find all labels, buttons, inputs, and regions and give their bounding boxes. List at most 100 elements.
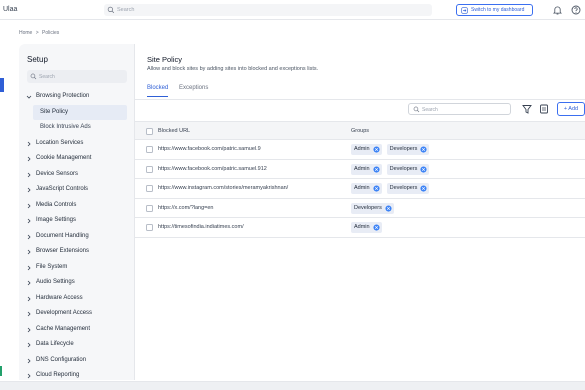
sidebar-item-label: DNS Configuration bbox=[36, 356, 87, 363]
sidebar-item-hardware-access[interactable]: Hardware Access bbox=[19, 291, 135, 307]
sidebar-item-label: Media Controls bbox=[36, 201, 77, 208]
row-checkbox[interactable] bbox=[146, 185, 153, 192]
info-icon[interactable] bbox=[420, 165, 427, 173]
info-icon[interactable] bbox=[420, 146, 427, 153]
sidebar-item-label: Site Policy bbox=[40, 108, 69, 115]
column-header-groups[interactable]: Groups bbox=[351, 128, 369, 134]
sidebar-item-cookie-management[interactable]: Cookie Management bbox=[19, 151, 135, 167]
table-row[interactable]: https://www.instagram.com/stories/meramy… bbox=[135, 179, 585, 199]
sidebar-item-cache-management[interactable]: Cache Management bbox=[19, 322, 135, 338]
table-row[interactable]: https://x.com/?lang=en Developers bbox=[135, 199, 585, 218]
info-icon[interactable] bbox=[420, 185, 427, 192]
brand-logo[interactable]: Ulaa bbox=[3, 6, 17, 13]
sidebar-search-input[interactable]: Search bbox=[27, 70, 127, 83]
sidebar-item-location-services[interactable]: Location Services bbox=[19, 136, 135, 152]
group-chip: Developers bbox=[351, 202, 394, 214]
sidebar-item-browsing-protection[interactable]: Browsing Protection bbox=[19, 89, 135, 105]
breadcrumb-current: Policies bbox=[42, 30, 60, 36]
tab-divider bbox=[135, 99, 585, 100]
group-chip: Admin bbox=[351, 183, 382, 194]
sidebar-item-development-access[interactable]: Development Access bbox=[19, 306, 135, 322]
table-row[interactable]: https://www.facebook.com/patric.samuel.9… bbox=[135, 140, 585, 160]
chevron-right-icon bbox=[27, 234, 31, 239]
row-checkbox[interactable] bbox=[146, 165, 153, 173]
group-chip: Admin bbox=[351, 222, 382, 233]
help-icon[interactable] bbox=[571, 5, 581, 15]
group-chips: Admin bbox=[351, 222, 382, 233]
row-checkbox[interactable] bbox=[146, 146, 153, 153]
search-icon bbox=[30, 73, 37, 80]
sidebar-item-javascript-controls[interactable]: JavaScript Controls bbox=[19, 182, 135, 198]
info-icon[interactable] bbox=[373, 165, 380, 173]
sidebar-item-label: Development Access bbox=[36, 310, 93, 316]
chevron-right-icon bbox=[27, 311, 31, 317]
export-icon[interactable] bbox=[538, 103, 550, 115]
sidebar-item-image-settings[interactable]: Image Settings bbox=[19, 213, 135, 229]
table-search-placeholder: Search bbox=[422, 107, 438, 113]
switch-dashboard-label: Switch to my dashboard bbox=[471, 7, 525, 13]
sidebar-item-label: Browser Extensions bbox=[36, 248, 90, 254]
chevron-right-icon bbox=[27, 156, 31, 162]
group-chip-label: Admin bbox=[354, 224, 370, 230]
left-edge-indicator bbox=[0, 78, 4, 92]
group-chip: Admin bbox=[351, 144, 382, 155]
sidebar-item-browser-extensions[interactable]: Browser Extensions bbox=[19, 244, 135, 260]
sidebar-item-media-controls[interactable]: Media Controls bbox=[19, 198, 135, 214]
info-icon[interactable] bbox=[373, 146, 380, 153]
search-icon bbox=[107, 6, 115, 14]
switch-dashboard-button[interactable]: Switch to my dashboard bbox=[456, 4, 533, 16]
sidebar-item-label: JavaScript Controls bbox=[36, 186, 89, 192]
sidebar-item-label: Location Services bbox=[36, 139, 84, 146]
blocked-url: https://www.instagram.com/stories/meramy… bbox=[158, 185, 289, 191]
chevron-right-icon bbox=[27, 358, 31, 363]
table-row[interactable]: https://www.facebook.com/patric.samuel.9… bbox=[135, 160, 585, 179]
breadcrumb-home[interactable]: Home bbox=[19, 30, 32, 36]
chevron-right-icon bbox=[27, 141, 31, 146]
sidebar-item-label: Block Intrusive Ads bbox=[40, 124, 91, 130]
group-chip-label: Developers bbox=[354, 204, 382, 211]
sidebar-item-label: Document Handling bbox=[36, 232, 89, 239]
group-chips: Admin Developers bbox=[351, 163, 430, 175]
tab-exceptions[interactable]: Exceptions bbox=[179, 83, 208, 93]
table-search-input[interactable]: Search bbox=[408, 103, 511, 115]
info-icon[interactable] bbox=[373, 185, 380, 192]
select-all-checkbox[interactable] bbox=[146, 128, 153, 135]
group-chip: Developers bbox=[386, 183, 430, 194]
sidebar-item-file-system[interactable]: File System bbox=[19, 260, 135, 276]
tab-blocked[interactable]: Blocked bbox=[147, 83, 169, 97]
group-chip: Developers bbox=[386, 144, 430, 155]
main-content: Site Policy Allow and block sites by add… bbox=[135, 44, 585, 380]
breadcrumb: Home > Policies bbox=[19, 30, 61, 36]
sidebar-item-audio-settings[interactable]: Audio Settings bbox=[19, 275, 135, 291]
sidebar-item-device-sensors[interactable]: Device Sensors bbox=[19, 167, 135, 183]
sidebar-item-site-policy[interactable]: Site Policy bbox=[33, 104, 127, 120]
group-chip-label: Admin bbox=[354, 185, 370, 191]
table-header: Blocked URL Groups bbox=[135, 121, 585, 140]
chevron-right-icon bbox=[27, 327, 31, 332]
info-icon[interactable] bbox=[373, 224, 380, 231]
top-bar: Ulaa Search Switch to my dashboard bbox=[0, 0, 585, 20]
bell-icon[interactable] bbox=[553, 5, 562, 15]
column-header-blocked-url[interactable]: Blocked URL bbox=[158, 128, 190, 134]
row-checkbox[interactable] bbox=[146, 204, 153, 212]
sidebar-item-label: Hardware Access bbox=[36, 294, 83, 301]
add-button[interactable]: + Add bbox=[557, 102, 585, 116]
blocked-sites-table: Blocked URL Groups https://www.facebook.… bbox=[135, 121, 585, 238]
chevron-right-icon bbox=[27, 203, 31, 208]
sidebar-item-data-lifecycle[interactable]: Data Lifecycle bbox=[19, 337, 135, 353]
chevron-right-icon bbox=[27, 296, 31, 301]
sidebar-item-dns-configuration[interactable]: DNS Configuration bbox=[19, 353, 135, 369]
group-chips: Developers bbox=[351, 202, 394, 214]
sidebar-item-label: Data Lifecycle bbox=[36, 341, 74, 347]
sidebar-item-label: Image Settings bbox=[36, 217, 77, 223]
blocked-url: https://www.facebook.com/patric.samuel.9… bbox=[158, 165, 267, 172]
sidebar-item-block-intrusive-ads[interactable]: Block Intrusive Ads bbox=[19, 120, 135, 136]
filter-icon[interactable] bbox=[521, 103, 533, 115]
row-checkbox[interactable] bbox=[146, 224, 153, 231]
chevron-right-icon bbox=[27, 373, 31, 379]
global-search-input[interactable]: Search bbox=[104, 4, 432, 16]
group-chip-label: Developers bbox=[389, 165, 418, 172]
table-row[interactable]: https://timesofindia.indiatimes.com/ Adm… bbox=[135, 218, 585, 238]
info-icon[interactable] bbox=[385, 204, 392, 212]
sidebar-item-document-handling[interactable]: Document Handling bbox=[19, 229, 135, 245]
